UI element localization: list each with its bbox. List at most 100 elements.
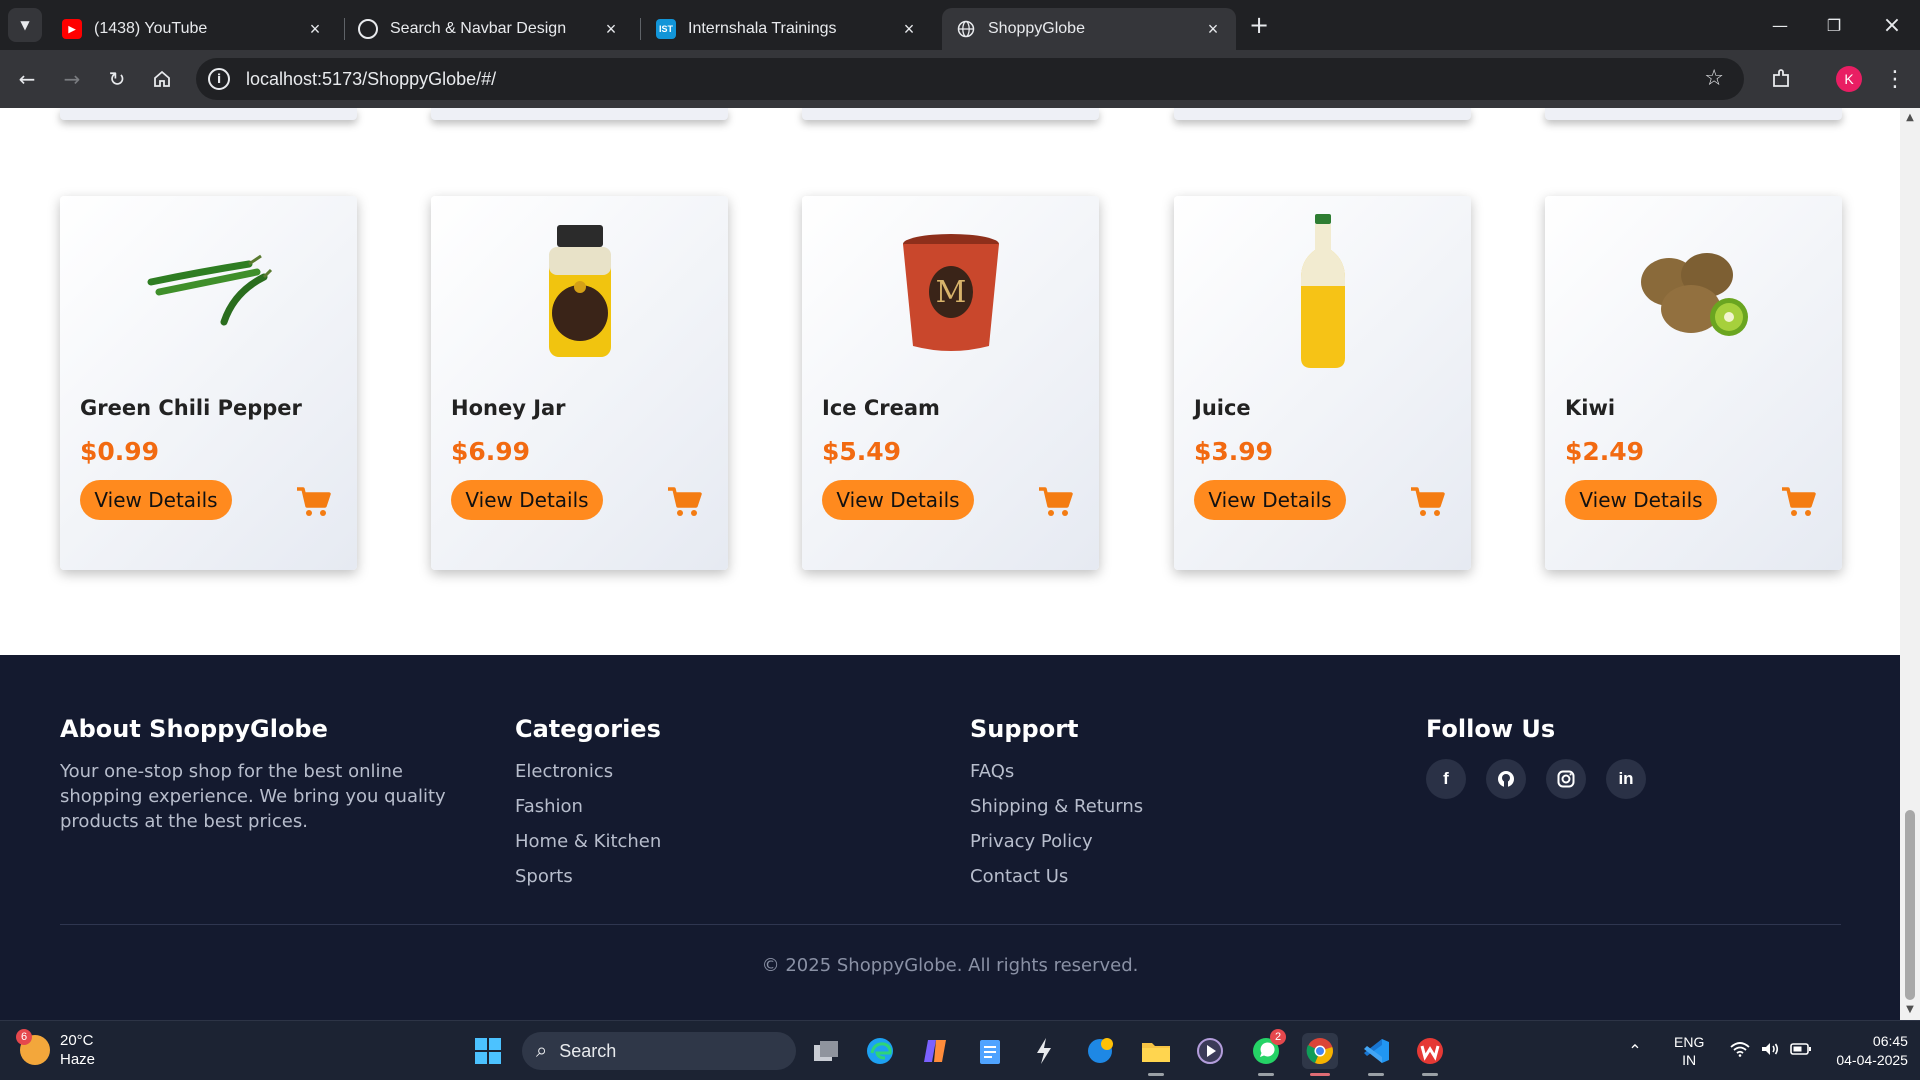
- edge-browser-icon[interactable]: [862, 1033, 898, 1069]
- system-settings-icon[interactable]: [1082, 1033, 1118, 1069]
- close-window-button[interactable]: ×: [1864, 0, 1920, 50]
- youtube-icon: ▶: [62, 19, 82, 39]
- close-icon[interactable]: ×: [1204, 19, 1222, 40]
- page-scrollbar[interactable]: ▲ ▼: [1900, 108, 1920, 1020]
- footer-link-privacy-policy[interactable]: Privacy Policy: [970, 829, 1143, 864]
- close-icon[interactable]: ×: [602, 19, 620, 40]
- clock[interactable]: 06:45 04-04-2025: [1836, 1032, 1908, 1070]
- vscode-icon[interactable]: [1358, 1033, 1394, 1069]
- tab-search-button[interactable]: ▼: [8, 8, 42, 42]
- product-price: $3.99: [1194, 437, 1274, 466]
- new-tab-button[interactable]: +: [1244, 10, 1274, 40]
- scroll-up-arrow-icon[interactable]: ▲: [1904, 112, 1916, 124]
- scroll-down-arrow-icon[interactable]: ▼: [1904, 1004, 1916, 1016]
- restore-button[interactable]: ❐: [1806, 0, 1862, 50]
- chrome-icon[interactable]: [1302, 1033, 1338, 1069]
- openai-icon: [358, 19, 378, 39]
- url-text[interactable]: localhost:5173/ShoppyGlobe/#/: [246, 69, 496, 90]
- tab-internshala[interactable]: IST Internshala Trainings ×: [642, 8, 932, 50]
- windows-taskbar: 6 20°C Haze ⌕ Search 2 ⌃ ENG IN 06:45 04…: [0, 1020, 1920, 1080]
- notepad-icon[interactable]: [972, 1033, 1008, 1069]
- product-image-juice-bottle: [1174, 212, 1471, 372]
- weather-widget[interactable]: 6 20°C Haze: [16, 1029, 96, 1069]
- bookmark-star-icon[interactable]: ☆: [1704, 66, 1724, 91]
- footer-categories-title: Categories: [515, 715, 661, 743]
- linkedin-icon[interactable]: in: [1606, 759, 1646, 799]
- minimize-button[interactable]: —: [1752, 0, 1808, 50]
- wifi-icon[interactable]: [1730, 1041, 1750, 1062]
- windows-start-icon[interactable]: [470, 1033, 506, 1069]
- footer-follow-title: Follow Us: [1426, 715, 1556, 743]
- close-icon[interactable]: ×: [306, 19, 324, 40]
- footer-link-fashion[interactable]: Fashion: [515, 794, 661, 829]
- tab-search-navbar[interactable]: Search & Navbar Design ×: [344, 8, 634, 50]
- media-player-icon[interactable]: [1192, 1033, 1228, 1069]
- add-to-cart-icon[interactable]: [1038, 486, 1074, 518]
- tab-youtube[interactable]: ▶ (1438) YouTube ×: [48, 8, 338, 50]
- weather-badge: 6: [16, 1029, 32, 1045]
- product-price: $5.49: [822, 437, 902, 466]
- product-card-partial: [1174, 108, 1471, 120]
- taskbar-search[interactable]: ⌕ Search: [522, 1032, 796, 1070]
- weather-temp: 20°C: [60, 1032, 94, 1049]
- instagram-icon[interactable]: [1546, 759, 1586, 799]
- tab-shoppyglobe[interactable]: ShoppyGlobe ×: [942, 8, 1236, 50]
- product-card: Honey Jar $6.99 View Details: [431, 196, 728, 570]
- home-icon: [154, 70, 170, 87]
- footer-link-home-kitchen[interactable]: Home & Kitchen: [515, 829, 661, 864]
- github-icon[interactable]: [1486, 759, 1526, 799]
- footer-about-text: Your one-stop shop for the best online s…: [60, 761, 446, 832]
- wps-office-icon[interactable]: [1412, 1033, 1448, 1069]
- view-details-button[interactable]: View Details: [80, 480, 232, 520]
- volume-icon[interactable]: [1760, 1041, 1780, 1062]
- extensions-button[interactable]: [1764, 62, 1798, 96]
- site-info-icon[interactable]: i: [208, 68, 230, 90]
- system-tray: ⌃ ENG IN 06:45 04-04-2025: [1620, 1021, 1908, 1080]
- product-name: Kiwi: [1565, 396, 1616, 420]
- clock-date: 04-04-2025: [1836, 1052, 1908, 1068]
- footer-link-shipping-returns[interactable]: Shipping & Returns: [970, 794, 1143, 829]
- battery-icon[interactable]: [1790, 1042, 1812, 1061]
- browser-menu-button[interactable]: ⋮: [1878, 62, 1912, 96]
- whatsapp-icon[interactable]: 2: [1248, 1029, 1286, 1069]
- footer-link-faqs[interactable]: FAQs: [970, 759, 1143, 794]
- add-to-cart-icon[interactable]: [1781, 486, 1817, 518]
- view-details-button[interactable]: View Details: [451, 480, 603, 520]
- whatsapp-badge: 2: [1270, 1029, 1286, 1045]
- close-icon[interactable]: ×: [900, 19, 918, 40]
- add-to-cart-icon[interactable]: [1410, 486, 1446, 518]
- show-hidden-icons-icon[interactable]: ⌃: [1620, 1041, 1650, 1061]
- scrollbar-thumb[interactable]: [1905, 810, 1915, 1000]
- file-explorer-icon[interactable]: [1138, 1033, 1174, 1069]
- footer-divider: [60, 924, 1841, 925]
- view-details-button[interactable]: View Details: [1565, 480, 1717, 520]
- product-card: M Ice Cream $5.49 View Details: [802, 196, 1099, 570]
- view-details-button[interactable]: View Details: [1194, 480, 1346, 520]
- back-button[interactable]: ←: [10, 62, 44, 96]
- product-price: $6.99: [451, 437, 531, 466]
- language-indicator[interactable]: ENG IN: [1674, 1033, 1704, 1069]
- product-image-honey-jar: [431, 212, 728, 372]
- footer-support: Support FAQs Shipping & Returns Privacy …: [970, 715, 1143, 899]
- weather-desc: Haze: [60, 1051, 96, 1068]
- facebook-icon[interactable]: f: [1426, 759, 1466, 799]
- add-to-cart-icon[interactable]: [296, 486, 332, 518]
- address-bar[interactable]: i localhost:5173/ShoppyGlobe/#/ ☆: [196, 58, 1744, 100]
- footer-link-electronics[interactable]: Electronics: [515, 759, 661, 794]
- footer-about-title: About ShoppyGlobe: [60, 715, 328, 743]
- reload-button[interactable]: ↻: [100, 62, 134, 96]
- footer-copyright: © 2025 ShoppyGlobe. All rights reserved.: [761, 955, 1139, 976]
- home-button[interactable]: [145, 62, 179, 96]
- add-to-cart-icon[interactable]: [667, 486, 703, 518]
- profile-avatar[interactable]: K: [1836, 66, 1862, 92]
- view-details-button[interactable]: View Details: [822, 480, 974, 520]
- footer-link-sports[interactable]: Sports: [515, 864, 661, 899]
- product-card: Kiwi $2.49 View Details: [1545, 196, 1842, 570]
- internshala-icon: IST: [656, 19, 676, 39]
- footer-link-contact-us[interactable]: Contact Us: [970, 864, 1143, 899]
- forward-button[interactable]: →: [55, 62, 89, 96]
- footer-support-title: Support: [970, 715, 1079, 743]
- copilot-icon[interactable]: [918, 1033, 954, 1069]
- cursor-app-icon[interactable]: [1026, 1033, 1062, 1069]
- task-view-icon[interactable]: [808, 1033, 844, 1069]
